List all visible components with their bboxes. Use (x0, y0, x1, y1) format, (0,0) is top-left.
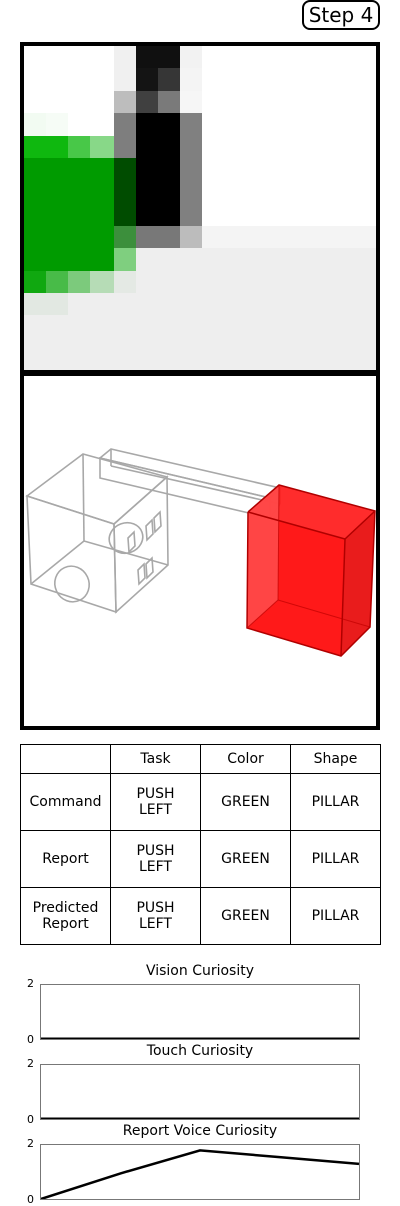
voice-ytick-min: 0 (27, 1193, 34, 1206)
shape-cell: PILLAR (290, 773, 381, 832)
vision-image (24, 46, 376, 370)
voice-series-line (40, 1149, 360, 1201)
voice-chart-plot (40, 1149, 360, 1201)
scene-view (20, 372, 380, 730)
table-row: Command PUSH LEFT GREEN PILLAR (20, 773, 381, 832)
shape-cell: PILLAR (290, 887, 381, 945)
color-cell: GREEN (200, 887, 291, 945)
vision-chart (40, 984, 360, 1040)
task-cell: PUSH LEFT (110, 887, 201, 945)
robot-wireframe (25, 448, 282, 614)
row-label: Predicted Report (20, 887, 111, 945)
red-pillar (246, 484, 376, 657)
table-header-cell: Shape (290, 743, 381, 775)
voice-ytick-max: 2 (27, 1137, 34, 1150)
table-header-cell: Task (110, 743, 201, 775)
vision-ytick-min: 0 (27, 1033, 34, 1046)
vision-chart-plot (41, 1037, 359, 1040)
table-row: Predicted Report PUSH LEFT GREEN PILLAR (20, 887, 381, 945)
color-cell: GREEN (200, 773, 291, 832)
row-label: Report (20, 830, 111, 889)
vision-view (20, 42, 380, 374)
row-label: Command (20, 773, 111, 832)
summary-table: Task Color Shape Command PUSH LEFT GREEN… (20, 743, 381, 945)
touch-chart-plot (41, 1117, 359, 1120)
table-header-row: Task Color Shape (20, 743, 381, 775)
color-cell: GREEN (200, 830, 291, 889)
touch-ytick-max: 2 (27, 1057, 34, 1070)
task-cell: PUSH LEFT (110, 773, 201, 832)
table-header-cell (20, 743, 111, 775)
touch-ytick-min: 0 (27, 1113, 34, 1126)
scene-image (25, 448, 376, 657)
shape-cell: PILLAR (290, 830, 381, 889)
touch-chart (40, 1064, 360, 1120)
table-header-cell: Color (200, 743, 291, 775)
vision-ytick-max: 2 (27, 977, 34, 990)
task-cell: PUSH LEFT (110, 830, 201, 889)
table-row: Report PUSH LEFT GREEN PILLAR (20, 830, 381, 889)
step-label: Step 4 (302, 0, 380, 30)
vision-chart-title: Vision Curiosity (145, 963, 255, 979)
voice-chart (40, 1144, 360, 1201)
touch-chart-title: Touch Curiosity (146, 1043, 254, 1059)
voice-chart-title: Report Voice Curiosity (122, 1123, 278, 1139)
